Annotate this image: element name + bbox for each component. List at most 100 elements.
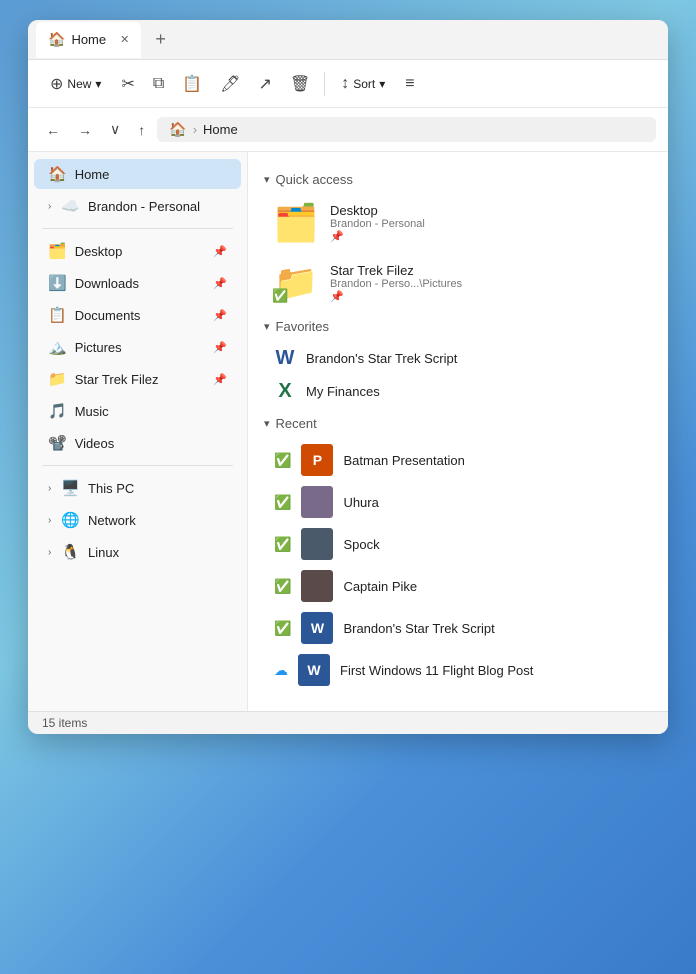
documents-icon: 📋 bbox=[48, 306, 67, 324]
sidebar-item-linux[interactable]: › 🐧 Linux bbox=[34, 537, 241, 567]
up-button[interactable]: ↑ bbox=[132, 118, 151, 142]
sidebar-item-network[interactable]: › 🌐 Network bbox=[34, 505, 241, 535]
new-icon: ⊕ bbox=[50, 74, 63, 94]
copy-icon: ⧉ bbox=[153, 75, 164, 93]
sidebar-downloads-label: Downloads bbox=[75, 276, 139, 291]
startrek-pin-icon: 📌 bbox=[213, 373, 227, 386]
new-tab-button[interactable]: + bbox=[147, 25, 174, 54]
sidebar-item-brandon[interactable]: › ☁️ Brandon - Personal bbox=[34, 191, 241, 221]
tab-home-icon: 🏠 bbox=[48, 31, 65, 48]
sidebar-item-downloads[interactable]: ⬇️ Downloads 📌 bbox=[34, 268, 241, 298]
recent-spock-name: Spock bbox=[343, 537, 379, 552]
sidebar-item-thispc[interactable]: › 🖥️ This PC bbox=[34, 473, 241, 503]
back-button[interactable]: ← bbox=[40, 118, 66, 142]
videos-icon: 📽️ bbox=[48, 434, 67, 452]
brandon-cloud-icon: ☁️ bbox=[61, 197, 80, 215]
startrek-item-path: Brandon - Perso...\Pictures bbox=[330, 278, 462, 290]
sidebar-brandon-label: Brandon - Personal bbox=[88, 199, 200, 214]
quick-access-startrek[interactable]: 📁 ✅ Star Trek Filez Brandon - Perso...\P… bbox=[264, 255, 652, 311]
sidebar-pictures-label: Pictures bbox=[75, 340, 122, 355]
sidebar-item-videos[interactable]: 📽️ Videos bbox=[34, 428, 241, 458]
sidebar-item-desktop[interactable]: 🗂️ Desktop 📌 bbox=[34, 236, 241, 266]
desktop-folder-icon: 🗂️ bbox=[274, 204, 318, 242]
recent-uhura-name: Uhura bbox=[343, 495, 378, 510]
excel-icon-1: X bbox=[274, 380, 296, 403]
sidebar-network-label: Network bbox=[88, 513, 136, 528]
recent-chevron: ▾ bbox=[264, 417, 270, 430]
recent-item-script2[interactable]: ✅ W Brandon's Star Trek Script bbox=[264, 607, 652, 649]
rename-button[interactable]: 🖊 bbox=[212, 68, 248, 100]
sidebar-startrek-label: Star Trek Filez bbox=[75, 372, 159, 387]
paste-button[interactable]: 📋 bbox=[174, 68, 210, 100]
recent-pike-name: Captain Pike bbox=[343, 579, 417, 594]
recent-blogpost-name: First Windows 11 Flight Blog Post bbox=[340, 663, 533, 678]
tab-close-button[interactable]: ✕ bbox=[120, 33, 129, 46]
quick-access-header[interactable]: ▾ Quick access bbox=[264, 172, 652, 187]
startrek-info: Star Trek Filez Brandon - Perso...\Pictu… bbox=[330, 263, 462, 303]
title-bar: 🏠 Home ✕ + bbox=[28, 20, 668, 60]
script2-status-icon: ✅ bbox=[274, 620, 291, 637]
recent-header[interactable]: ▾ Recent bbox=[264, 416, 652, 431]
new-button[interactable]: ⊕ New ▾ bbox=[40, 68, 111, 100]
delete-button[interactable]: 🗑 bbox=[282, 68, 318, 100]
downloads-pin-icon: 📌 bbox=[213, 277, 227, 290]
recent-locations-button[interactable]: ∨ bbox=[104, 117, 126, 142]
forward-button[interactable]: → bbox=[72, 118, 98, 142]
address-path[interactable]: 🏠 › Home bbox=[157, 117, 656, 142]
address-home-icon: 🏠 bbox=[169, 121, 186, 138]
sidebar-thispc-label: This PC bbox=[88, 481, 134, 496]
cut-button[interactable]: ✂ bbox=[113, 68, 142, 100]
cut-icon: ✂ bbox=[121, 74, 134, 94]
sidebar-item-music[interactable]: 🎵 Music bbox=[34, 396, 241, 426]
sidebar-home-label: Home bbox=[75, 167, 110, 182]
recent-item-pike[interactable]: ✅ Captain Pike bbox=[264, 565, 652, 607]
linux-chevron: › bbox=[48, 547, 51, 558]
sidebar-item-home[interactable]: 🏠 Home bbox=[34, 159, 241, 189]
sort-button[interactable]: ↕ Sort ▾ bbox=[331, 69, 395, 99]
sidebar-linux-label: Linux bbox=[88, 545, 119, 560]
view-options-button[interactable]: ≡ bbox=[397, 69, 422, 99]
brandon-chevron: › bbox=[48, 201, 51, 212]
share-button[interactable]: ↗ bbox=[251, 68, 280, 100]
recent-item-spock[interactable]: ✅ Spock bbox=[264, 523, 652, 565]
word-icon-1: W bbox=[274, 347, 296, 370]
rename-icon: 🖊 bbox=[220, 74, 240, 94]
recent-script2-name: Brandon's Star Trek Script bbox=[343, 621, 494, 636]
status-bar: 15 items bbox=[28, 711, 668, 734]
recent-item-batman[interactable]: ✅ P Batman Presentation bbox=[264, 439, 652, 481]
thispc-chevron: › bbox=[48, 483, 51, 494]
toolbar-separator bbox=[324, 72, 325, 96]
quick-access-desktop[interactable]: 🗂️ Desktop Brandon - Personal 📌 bbox=[264, 195, 652, 251]
batman-thumb: P bbox=[301, 444, 333, 476]
sidebar-item-startrek[interactable]: 📁 Star Trek Filez 📌 bbox=[34, 364, 241, 394]
blogpost-thumb: W bbox=[298, 654, 330, 686]
pike-status-icon: ✅ bbox=[274, 578, 291, 595]
spock-thumb bbox=[301, 528, 333, 560]
pictures-pin-icon: 📌 bbox=[213, 341, 227, 354]
startrek-folder-icon: 📁 ✅ bbox=[274, 264, 318, 302]
favorites-label: Favorites bbox=[276, 319, 329, 334]
sidebar-item-documents[interactable]: 📋 Documents 📌 bbox=[34, 300, 241, 330]
linux-icon: 🐧 bbox=[61, 543, 80, 561]
pike-thumb bbox=[301, 570, 333, 602]
home-tab[interactable]: 🏠 Home ✕ bbox=[36, 22, 141, 58]
favorites-finances-name: My Finances bbox=[306, 384, 380, 399]
recent-item-uhura[interactable]: ✅ Uhura bbox=[264, 481, 652, 523]
desktop-icon: 🗂️ bbox=[48, 242, 67, 260]
sidebar-music-label: Music bbox=[75, 404, 109, 419]
recent-item-blogpost[interactable]: ☁ W First Windows 11 Flight Blog Post bbox=[264, 649, 652, 691]
desktop-pin-icon: 📌 bbox=[213, 245, 227, 258]
desktop-info: Desktop Brandon - Personal 📌 bbox=[330, 203, 425, 243]
sidebar-documents-label: Documents bbox=[75, 308, 141, 323]
blogpost-status-icon: ☁ bbox=[274, 662, 288, 679]
favorites-item-startrek-script[interactable]: W Brandon's Star Trek Script bbox=[264, 342, 652, 375]
sidebar-item-pictures[interactable]: 🏔️ Pictures 📌 bbox=[34, 332, 241, 362]
copy-button[interactable]: ⧉ bbox=[145, 69, 172, 99]
address-bar: ← → ∨ ↑ 🏠 › Home bbox=[28, 108, 668, 152]
startrek-check-badge: ✅ bbox=[272, 288, 288, 304]
favorites-header[interactable]: ▾ Favorites bbox=[264, 319, 652, 334]
main-content: 🏠 Home › ☁️ Brandon - Personal 🗂️ Deskto… bbox=[28, 152, 668, 711]
favorites-item-finances[interactable]: X My Finances bbox=[264, 375, 652, 408]
address-path-text: Home bbox=[203, 122, 238, 137]
thispc-icon: 🖥️ bbox=[61, 479, 80, 497]
